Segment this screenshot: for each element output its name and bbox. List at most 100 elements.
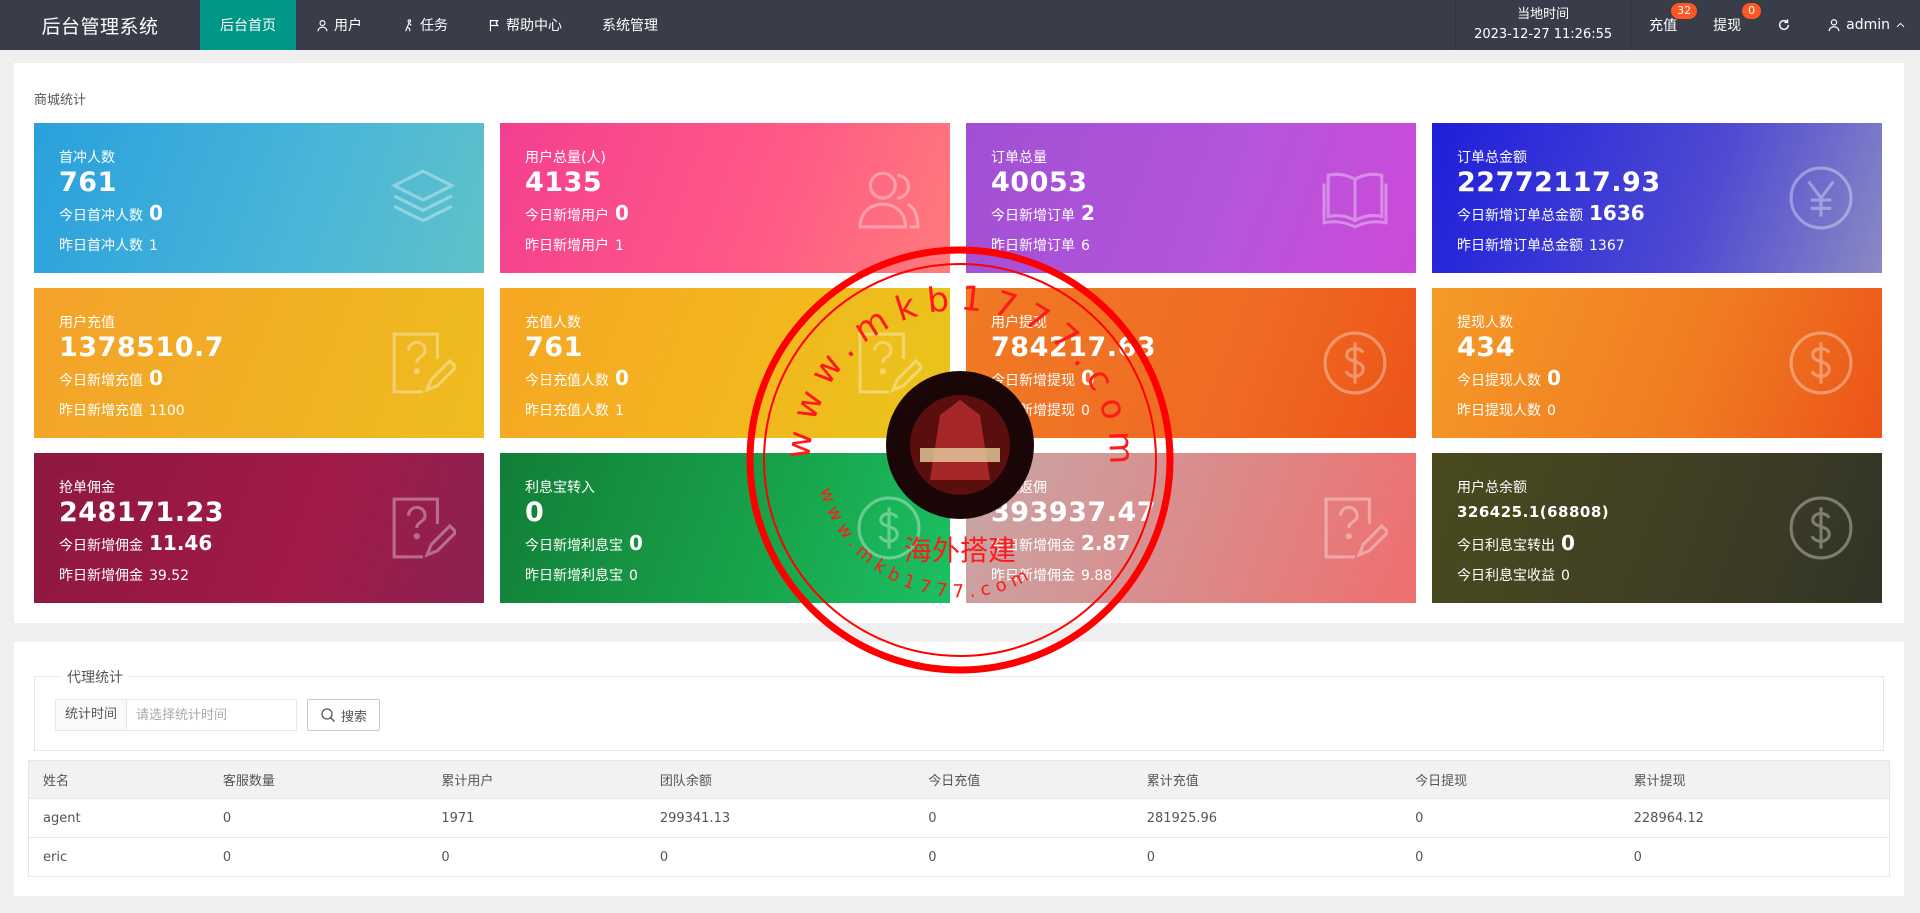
card-yest-value: 0 <box>1547 403 1556 419</box>
card-yest-label: 昨日新增订单总金额 <box>1457 238 1583 254</box>
stat-card: 订单总量 40053 今日新增订单 2 昨日新增订单 6 <box>966 123 1416 273</box>
card-yesterday: 昨日新增佣金 39.52 <box>59 565 189 585</box>
card-yest-label: 昨日首冲人数 <box>59 238 143 254</box>
nav-label: 帮助中心 <box>506 18 562 34</box>
card-yest-label: 昨日新增利息宝 <box>525 568 623 584</box>
card-value: 1378510.7 <box>59 332 225 363</box>
nav-item-system[interactable]: 系统管理 <box>582 0 678 50</box>
stat-card: 利息宝转入 0 今日新增利息宝 0 昨日新增利息宝 0 <box>500 453 950 603</box>
table-cell: 0 <box>914 837 1133 877</box>
column-header: 团队余额 <box>645 760 915 799</box>
nav-item-users[interactable]: 用户 <box>296 0 382 50</box>
card-value: 22772117.93 <box>1457 167 1661 198</box>
agent-stats-panel: 代理统计 统计时间 搜索 姓名客服数量累计用户团队余额今日充值累计充值今日提现累… <box>14 642 1904 896</box>
question-edit-icon <box>390 495 459 561</box>
card-today-value: 0 <box>149 366 163 390</box>
user-icon <box>1828 19 1840 32</box>
card-today: 今日充值人数 0 <box>525 366 629 390</box>
card-value: 761 <box>525 332 583 363</box>
agent-search-fieldset: 代理统计 统计时间 搜索 <box>34 667 1884 751</box>
nav-item-home[interactable]: 后台首页 <box>200 0 296 50</box>
refresh-button[interactable] <box>1759 0 1809 50</box>
recharge-link[interactable]: 充值 32 <box>1631 0 1698 50</box>
card-yest-value: 0 <box>1081 403 1090 419</box>
card-today-value: 1636 <box>1589 201 1645 225</box>
card-yest-value: 1 <box>149 238 158 254</box>
card-today: 今日首冲人数 0 <box>59 201 163 225</box>
yen-icon <box>1788 165 1854 231</box>
card-value: 248171.23 <box>59 497 225 528</box>
date-range-input[interactable] <box>127 699 298 731</box>
stat-card: 用户提现 784217.63 今日新增提现 0 昨日新增提现 0 <box>966 288 1416 438</box>
card-label: 用户总余额 <box>1457 480 1527 496</box>
card-today: 今日提现人数 0 <box>1457 366 1561 390</box>
layers-icon <box>390 165 456 231</box>
nav-item-tasks[interactable]: 任务 <box>382 0 468 50</box>
recharge-badge: 32 <box>1671 3 1698 19</box>
card-yest-value: 1367 <box>1589 238 1625 254</box>
card-yest-label: 昨日新增用户 <box>525 238 609 254</box>
nav-label: 任务 <box>420 18 448 34</box>
withdraw-link[interactable]: 提现 0 <box>1695 0 1762 50</box>
card-yest-value: 1100 <box>149 403 185 419</box>
stat-card: 订单总金额 22772117.93 今日新增订单总金额 1636 昨日新增订单总金额 13… <box>1432 123 1882 273</box>
nav-item-help[interactable]: 帮助中心 <box>468 0 582 50</box>
dollar-icon <box>1322 330 1388 396</box>
card-today-value: 0 <box>1547 366 1561 390</box>
walk-icon <box>405 18 412 31</box>
card-today-value: 2 <box>1081 201 1095 225</box>
table-cell: eric <box>28 837 209 877</box>
search-button[interactable]: 搜索 <box>307 699 381 731</box>
dollar-icon <box>1788 495 1854 561</box>
card-today-label: 今日新增订单 <box>991 208 1075 224</box>
card-today: 今日新增订单 2 <box>991 201 1095 225</box>
agent-table: 姓名 客服数量 累计用户 团队余额 今日充值 累计充值 今日提现 累计提现 agent 0 197… <box>28 760 1890 877</box>
stat-card: 用户总量(人) 4135 今日新增用户 0 昨日新增用户 1 <box>500 123 950 273</box>
table-cell: 0 <box>645 837 915 877</box>
withdraw-label: 提现 <box>1713 18 1742 34</box>
card-yest-label: 昨日新增佣金 <box>991 568 1075 584</box>
card-label: 用户充值 <box>59 315 115 331</box>
card-today-label: 今日提现人数 <box>1457 373 1541 389</box>
card-today-value: 11.46 <box>149 531 213 555</box>
question-edit-icon <box>390 330 459 396</box>
users-icon <box>856 165 922 231</box>
card-yesterday: 昨日新增订单总金额 1367 <box>1457 235 1625 255</box>
card-label: 用户总量(人) <box>525 150 606 166</box>
top-navbar: 后台管理系统 后台首页 用户 任务 帮助中心 系统管理 当地时间 2023-12… <box>0 0 1920 50</box>
flag-icon <box>489 19 499 31</box>
card-today: 今日新增利息宝 0 <box>525 531 643 555</box>
card-today: 今日利息宝转出 0 <box>1457 531 1575 555</box>
stat-card: 抢单佣金 248171.23 今日新增佣金 11.46 昨日新增佣金 39.52 <box>34 453 484 603</box>
card-today-label: 今日新增订单总金额 <box>1457 208 1583 224</box>
user-menu[interactable]: admin <box>1809 0 1920 50</box>
card-yest-label: 昨日提现人数 <box>1457 403 1541 419</box>
user-icon <box>317 19 328 31</box>
card-yest-label: 昨日新增订单 <box>991 238 1075 254</box>
table-cell: 0 <box>208 837 428 877</box>
column-header: 客服数量 <box>208 760 428 799</box>
card-yest-label: 今日利息宝收益 <box>1457 568 1555 584</box>
card-yest-label: 昨日充值人数 <box>525 403 609 419</box>
column-header: 今日提现 <box>1401 760 1620 799</box>
card-label: 充值人数 <box>525 315 581 331</box>
chevron-up-icon <box>1896 22 1905 27</box>
table-cell: 0 <box>1132 837 1402 877</box>
card-today-value: 0 <box>1081 366 1095 390</box>
card-today-value: 0 <box>615 366 629 390</box>
card-yesterday: 昨日新增提现 0 <box>991 400 1090 420</box>
column-header: 累计用户 <box>427 760 646 799</box>
card-value: 40053 <box>991 167 1088 198</box>
table-cell: 0 <box>914 798 1133 838</box>
card-yest-value: 1 <box>615 238 624 254</box>
table-cell: agent <box>28 798 209 838</box>
app-logo[interactable]: 后台管理系统 <box>0 0 200 50</box>
card-yesterday: 今日利息宝收益 0 <box>1457 565 1570 585</box>
mall-stats-panel: 商城统计 首冲人数 761 今日首冲人数 0 昨日首冲人数 1 用户总量(人) 4135 今日新… <box>14 63 1904 623</box>
card-today-label: 今日利息宝转出 <box>1457 538 1555 554</box>
table-cell: 228964.12 <box>1619 798 1890 838</box>
search-button-label: 搜索 <box>341 708 368 724</box>
card-today-label: 今日新增利息宝 <box>525 538 623 554</box>
card-yesterday: 昨日充值人数 1 <box>525 400 624 420</box>
dollar-icon <box>856 495 922 561</box>
